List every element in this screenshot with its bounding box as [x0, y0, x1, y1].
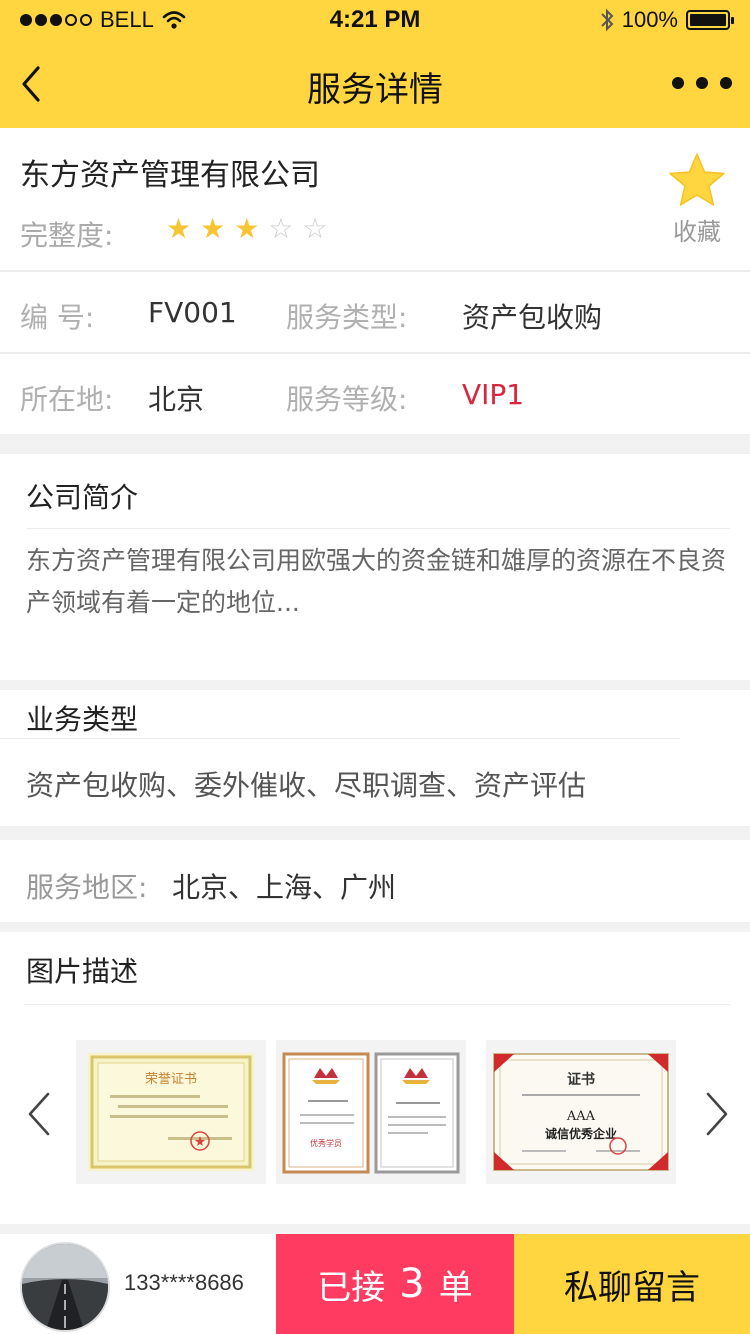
favorite-label: 收藏: [673, 218, 721, 246]
certificate-image: 优秀学员: [282, 1052, 460, 1174]
gallery-title: 图片描述: [26, 955, 139, 988]
avatar[interactable]: [20, 1242, 110, 1332]
private-message-button[interactable]: 私聊留言: [514, 1234, 750, 1334]
service-type-value: 资产包收购: [462, 301, 603, 334]
more-button[interactable]: [672, 68, 732, 98]
bluetooth-icon: [601, 8, 614, 32]
company-name: 东方资产管理有限公司: [20, 158, 320, 193]
star-icon: [668, 152, 726, 208]
company-card: 东方资产管理有限公司 完整度: ★ ★ ★ ☆ ☆ 收藏: [0, 128, 750, 270]
orders-count: 3: [399, 1261, 425, 1307]
service-level-label: 服务等级:: [286, 383, 408, 416]
region-card: 服务地区: 北京、上海、广州: [0, 840, 750, 922]
business-card: 业务类型 资产包收购、委外催收、尽职调查、资产评估: [0, 690, 750, 826]
status-right: 100%: [600, 7, 734, 33]
provider-profile[interactable]: 133****8686: [0, 1234, 276, 1334]
intro-text: 东方资产管理有限公司用欧强大的资金链和雄厚的资源在不良资产领域有着一定的地位..…: [26, 546, 727, 617]
gallery-prev-button[interactable]: [20, 1084, 60, 1144]
rating-stars: ★ ★ ★ ☆ ☆: [166, 212, 328, 245]
intro-title: 公司简介: [26, 481, 139, 514]
business-text: 资产包收购、委外催收、尽职调查、资产评估: [26, 769, 587, 802]
orders-prefix: 已接: [317, 1267, 386, 1308]
top-bar: BELL 4:21 PM 100% 服务详情: [0, 0, 750, 128]
page-title: 服务详情: [307, 70, 443, 110]
cert-subtitle: AAA: [566, 1109, 596, 1124]
orders-suffix: 单: [438, 1267, 473, 1308]
intro-card: 公司简介 东方资产管理有限公司用欧强大的资金链和雄厚的资源在不良资产领域有着一定…: [0, 454, 750, 680]
chevron-left-icon: [28, 1092, 50, 1136]
provider-phone: 133****8686: [124, 1270, 244, 1295]
orders-count-button[interactable]: 已接 3 单: [276, 1234, 514, 1334]
info-row-location: 所在地: 北京 服务等级: VIP1: [0, 354, 750, 434]
service-level-value: VIP1: [462, 378, 525, 411]
divider: [24, 1004, 730, 1005]
star-filled-icon: ★: [234, 212, 260, 245]
location-value: 北京: [148, 383, 205, 416]
nav-bar: 服务详情: [0, 40, 750, 128]
star-filled-icon: ★: [200, 212, 226, 245]
star-filled-icon: ★: [166, 212, 192, 245]
star-empty-icon: ☆: [302, 212, 328, 245]
divider: [26, 528, 730, 529]
gallery-card: 图片描述 荣誉证书 优秀学员 证书 AAA 诚信优秀企业: [0, 932, 750, 1224]
id-value: FV001: [148, 296, 237, 329]
region-label: 服务地区:: [26, 871, 148, 904]
rating-label: 完整度:: [20, 219, 114, 252]
battery-icon: [686, 10, 734, 30]
bottom-bar: 133****8686 已接 3 单 私聊留言: [0, 1234, 750, 1334]
private-message-label: 私聊留言: [564, 1267, 700, 1308]
cert-title: 荣誉证书: [145, 1072, 197, 1087]
location-label: 所在地:: [20, 383, 114, 416]
cert-caption: 诚信优秀企业: [545, 1126, 617, 1141]
service-type-label: 服务类型:: [286, 301, 408, 334]
business-title: 业务类型: [26, 703, 139, 736]
cert-title: 优秀学员: [310, 1138, 342, 1148]
info-row-id: 编 号: FV001 服务类型: 资产包收购: [0, 272, 750, 352]
gallery-image[interactable]: 荣誉证书: [76, 1040, 266, 1184]
certificate-image: 荣誉证书: [88, 1053, 254, 1171]
status-bar: BELL 4:21 PM 100%: [0, 0, 750, 40]
favorite-button[interactable]: 收藏: [668, 152, 726, 247]
chevron-right-icon: [706, 1092, 728, 1136]
gallery-image[interactable]: 优秀学员: [276, 1040, 466, 1184]
gallery-next-button[interactable]: [696, 1084, 736, 1144]
battery-percent: 100%: [621, 7, 678, 32]
certificate-image: 证书 AAA 诚信优秀企业: [493, 1053, 669, 1171]
region-value: 北京、上海、广州: [172, 871, 397, 904]
cert-title: 证书: [567, 1071, 595, 1088]
divider: [0, 738, 680, 739]
id-label: 编 号:: [20, 301, 95, 334]
star-empty-icon: ☆: [268, 212, 294, 245]
gallery-image[interactable]: 证书 AAA 诚信优秀企业: [486, 1040, 676, 1184]
more-icon: [672, 77, 684, 89]
